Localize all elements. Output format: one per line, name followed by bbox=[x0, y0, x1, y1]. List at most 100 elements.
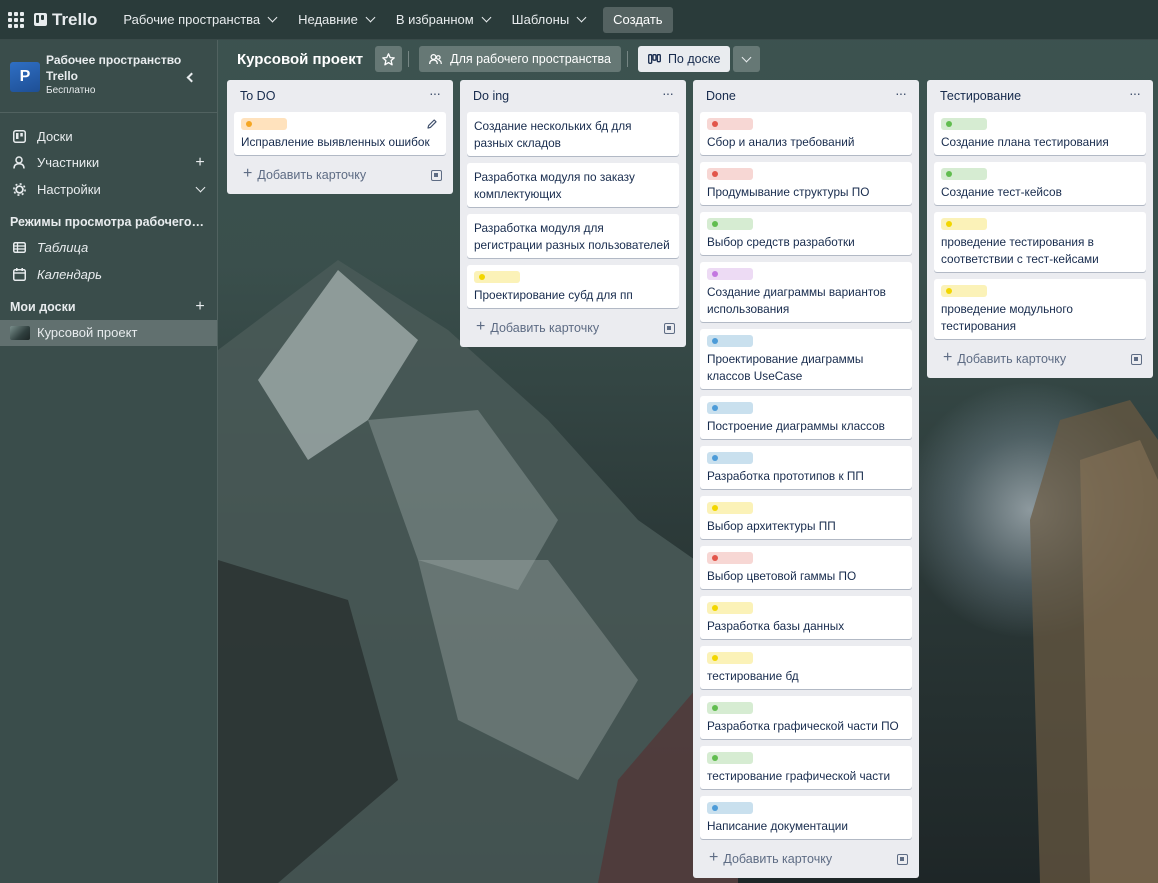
add-card-button[interactable]: + Добавить карточку bbox=[476, 319, 600, 336]
card-label-green[interactable] bbox=[707, 702, 753, 714]
chevron-down-icon[interactable] bbox=[193, 182, 207, 196]
card-template-icon[interactable] bbox=[897, 853, 908, 865]
list-title[interactable]: Done bbox=[706, 89, 736, 103]
nav-recent[interactable]: Недавние bbox=[290, 4, 382, 36]
card[interactable]: проведение тестирования в соответствии с… bbox=[934, 212, 1146, 272]
trello-logo[interactable]: Trello bbox=[34, 10, 97, 30]
card-label-green[interactable] bbox=[941, 168, 987, 180]
card[interactable]: Разработка базы данных bbox=[700, 596, 912, 639]
pencil-icon[interactable] bbox=[426, 118, 438, 130]
sidebar-item-boards[interactable]: Доски bbox=[0, 123, 217, 150]
card[interactable]: Сбор и анализ требований bbox=[700, 112, 912, 155]
collapse-sidebar-icon[interactable] bbox=[186, 72, 197, 83]
workspace-avatar[interactable]: P bbox=[10, 62, 40, 92]
add-card-label: Добавить карточку bbox=[490, 321, 600, 335]
visibility-button[interactable]: Для рабочего пространства bbox=[419, 46, 621, 72]
card[interactable]: Разработка графической части ПО bbox=[700, 696, 912, 739]
board-title[interactable]: Курсовой проект bbox=[237, 51, 363, 68]
sidebar-item-label: Настройки bbox=[37, 181, 101, 197]
star-button[interactable] bbox=[375, 46, 403, 72]
card[interactable]: Написание документации bbox=[700, 796, 912, 839]
chevron-down-icon bbox=[365, 12, 376, 23]
card-label-yellow[interactable] bbox=[707, 652, 753, 664]
card-title: Построение диаграммы классов bbox=[707, 419, 885, 433]
card-label-blue[interactable] bbox=[707, 335, 753, 347]
card-title: Разработка графической части ПО bbox=[707, 719, 899, 733]
add-card-label: Добавить карточку bbox=[257, 168, 367, 182]
workspace-name[interactable]: Рабочее пространство Trello bbox=[46, 52, 188, 84]
board-view-button[interactable]: По доске bbox=[637, 46, 731, 72]
card[interactable]: Исправление выявленных ошибок bbox=[234, 112, 446, 155]
add-card-button[interactable]: + Добавить карточку bbox=[943, 349, 1066, 367]
card-label-orange[interactable] bbox=[241, 118, 287, 130]
card[interactable]: тестирование графической части bbox=[700, 746, 912, 789]
card-label-purple[interactable] bbox=[707, 268, 753, 280]
add-card-button[interactable]: + Добавить карточку bbox=[243, 166, 367, 183]
card[interactable]: Выбор цветовой гаммы ПО bbox=[700, 546, 912, 589]
list-menu-icon[interactable]: ··· bbox=[1129, 85, 1146, 101]
card[interactable]: Создание тест-кейсов bbox=[934, 162, 1146, 205]
card-label-red[interactable] bbox=[707, 552, 753, 564]
plus-icon: + bbox=[943, 349, 953, 366]
card[interactable]: Создание нескольких бд для разных складо… bbox=[467, 112, 679, 156]
card-label-yellow[interactable] bbox=[474, 271, 520, 283]
card[interactable]: Выбор средств разработки bbox=[700, 212, 912, 255]
card[interactable]: проведение модульного тестирования bbox=[934, 279, 1146, 339]
card-label-red[interactable] bbox=[707, 118, 753, 130]
card[interactable]: Создание диаграммы вариантов использован… bbox=[700, 262, 912, 322]
nav-starred[interactable]: В избранном bbox=[388, 4, 498, 36]
card-label-yellow[interactable] bbox=[707, 502, 753, 514]
list-menu-icon[interactable]: ··· bbox=[662, 85, 679, 101]
card-title: Создание плана тестирования bbox=[941, 135, 1109, 149]
card-title: Проектирование субд для пп bbox=[474, 288, 633, 302]
sidebar-item-members[interactable]: Участники + bbox=[0, 150, 217, 177]
list-title[interactable]: To DO bbox=[240, 89, 275, 103]
card-template-icon[interactable] bbox=[664, 322, 675, 334]
list-title[interactable]: Do ing bbox=[473, 89, 509, 103]
star-icon bbox=[382, 52, 395, 65]
workspace-info: Рабочее пространство Trello Бесплатно bbox=[46, 52, 188, 96]
apps-grid-icon[interactable] bbox=[8, 11, 24, 28]
sidebar-item-calendar[interactable]: Календарь bbox=[0, 261, 217, 288]
person-icon bbox=[12, 156, 26, 170]
card[interactable]: Проектирование диаграммы классов UseCase bbox=[700, 329, 912, 389]
card-label-green[interactable] bbox=[707, 752, 753, 764]
nav-workspaces[interactable]: Рабочие пространства bbox=[115, 4, 284, 36]
sidebar-item-settings[interactable]: Настройки bbox=[0, 176, 217, 203]
card[interactable]: Построение диаграммы классов bbox=[700, 396, 912, 439]
card-label-yellow[interactable] bbox=[707, 602, 753, 614]
list-menu-icon[interactable]: ··· bbox=[429, 85, 446, 101]
card[interactable]: Разработка модуля для регистрации разных… bbox=[467, 214, 679, 258]
card-label-yellow[interactable] bbox=[941, 285, 987, 297]
card-label-yellow[interactable] bbox=[941, 218, 987, 230]
card[interactable]: Продумывание структуры ПО bbox=[700, 162, 912, 205]
card[interactable]: Разработка модуля по заказу комплектующи… bbox=[467, 163, 679, 207]
card-label-blue[interactable] bbox=[707, 802, 753, 814]
view-switcher-button[interactable] bbox=[733, 46, 761, 72]
sidebar-item-table[interactable]: Таблица bbox=[0, 235, 217, 262]
card-label-blue[interactable] bbox=[707, 402, 753, 414]
card-label-blue[interactable] bbox=[707, 452, 753, 464]
card[interactable]: Разработка прототипов к ПП bbox=[700, 446, 912, 489]
trello-logo-icon bbox=[34, 13, 47, 26]
card-template-icon[interactable] bbox=[431, 169, 442, 181]
card[interactable]: Проектирование субд для пп bbox=[467, 265, 679, 308]
cabin-image bbox=[1030, 400, 1158, 883]
board-view-icon bbox=[647, 54, 661, 64]
card[interactable]: тестирование бд bbox=[700, 646, 912, 689]
card-label-green[interactable] bbox=[941, 118, 987, 130]
add-card-button[interactable]: + Добавить карточку bbox=[709, 850, 832, 867]
sidebar-item-board[interactable]: Курсовой проект bbox=[0, 319, 217, 346]
card[interactable]: Создание плана тестирования bbox=[934, 112, 1146, 155]
create-button[interactable]: Создать bbox=[603, 6, 673, 33]
list-title[interactable]: Тестирование bbox=[940, 89, 1021, 103]
add-member-plus-icon[interactable]: + bbox=[193, 154, 207, 170]
card-label-green[interactable] bbox=[707, 218, 753, 230]
chevron-down-icon bbox=[481, 12, 492, 23]
add-board-plus-icon[interactable]: + bbox=[193, 298, 207, 314]
card-label-red[interactable] bbox=[707, 168, 753, 180]
card-template-icon[interactable] bbox=[1131, 353, 1142, 365]
nav-templates[interactable]: Шаблоны bbox=[504, 4, 594, 36]
card[interactable]: Выбор архитектуры ПП bbox=[700, 496, 912, 539]
list-menu-icon[interactable]: ··· bbox=[895, 85, 912, 101]
